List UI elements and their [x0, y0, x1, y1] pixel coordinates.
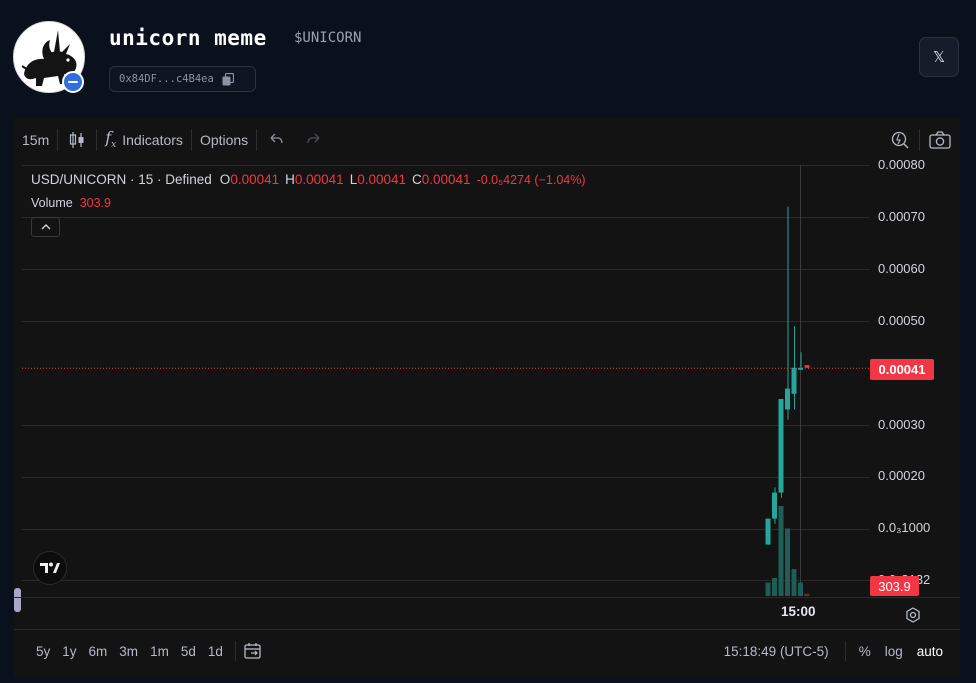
scale-options: 15:18:49 (UTC-5) % log auto [724, 640, 950, 662]
token-header: unicorn meme $UNICORN 0x84DF...c4B4ea 𝕏 [0, 0, 976, 112]
candle-body [772, 492, 777, 519]
price-axis[interactable]: 0.00080 0.00070 0.00060 0.00050 0.00041 … [870, 157, 960, 597]
price-chart[interactable] [22, 165, 870, 596]
chart-type-button[interactable] [58, 125, 96, 155]
range-3m[interactable]: 3m [113, 640, 144, 662]
price-tick: 0.00050 [878, 313, 925, 328]
toolbar-divider [919, 129, 920, 151]
auto-scale-toggle[interactable]: auto [910, 644, 950, 659]
options-label: Options [199, 131, 249, 148]
volume-label: Volume [31, 196, 73, 210]
chart-toolbar: 15m fx Indicators Options [14, 117, 960, 162]
price-tick: 0.00030 [878, 417, 925, 432]
chain-badge-icon [62, 71, 84, 93]
time-axis[interactable]: 15:00 [14, 597, 960, 629]
change-value: -0.0₅4274 (−1.04%) [476, 173, 586, 187]
range-1y[interactable]: 1y [56, 640, 82, 662]
candle-body [804, 365, 810, 368]
camera-icon[interactable] [928, 129, 952, 151]
high-value-group: H0.00041 [285, 172, 344, 187]
open-value-group: O0.00041 [220, 172, 279, 187]
x-social-button[interactable]: 𝕏 [919, 37, 959, 77]
copy-icon[interactable] [222, 72, 234, 86]
volume-bar [791, 569, 797, 596]
close-label: C [412, 172, 422, 187]
function-icon: fx [105, 128, 117, 151]
candle-body [778, 399, 784, 493]
indicators-label: Indicators [122, 131, 183, 148]
toolbar-right [889, 125, 952, 155]
price-tick: 0.00080 [878, 157, 925, 172]
redo-button[interactable] [295, 125, 333, 155]
range-selector: 5y 1y 6m 3m 1m 5d 1d [30, 640, 264, 662]
chevron-up-icon [41, 224, 50, 230]
percent-scale-toggle[interactable]: % [852, 644, 878, 659]
log-scale-toggle[interactable]: log [878, 644, 910, 659]
gear-icon[interactable] [904, 606, 922, 624]
token-symbol: $UNICORN [294, 30, 362, 46]
tradingview-logo-icon[interactable] [33, 551, 67, 585]
chart-panel: 15m fx Indicators Options USD/UNICORN · … [14, 117, 960, 677]
volume-legend: Volume 303.9 [31, 196, 111, 210]
candle-body [791, 367, 797, 394]
volume-bar [804, 593, 810, 596]
volume-bar [785, 528, 790, 596]
range-5y[interactable]: 5y [30, 640, 56, 662]
time-tick: 15:00 [781, 604, 816, 619]
price-tick: 0.0₃1000 [878, 520, 931, 535]
undo-icon [270, 133, 283, 143]
volume-bar [772, 578, 777, 596]
price-tick: 0.00020 [878, 468, 925, 483]
close-value-group: C0.00041 [412, 172, 471, 187]
redo-icon [307, 133, 320, 143]
price-tick: 0.00070 [878, 209, 925, 224]
scale-divider [844, 641, 846, 661]
current-volume-badge: 303.9 [870, 576, 919, 596]
high-label: H [285, 172, 295, 187]
volume-bar [765, 582, 771, 596]
candle-body [785, 388, 790, 410]
low-value: 0.00041 [357, 172, 407, 187]
range-1m[interactable]: 1m [144, 640, 175, 662]
interval-label: 15m [22, 131, 50, 148]
price-tick: 0.00060 [878, 261, 925, 276]
volume-bar [778, 506, 784, 596]
options-button[interactable]: Options [192, 125, 256, 155]
contract-address-chip[interactable]: 0x84DF...c4B4ea [109, 66, 256, 92]
candle-body [765, 518, 771, 545]
calendar-goto-icon[interactable] [242, 641, 264, 661]
undo-button[interactable] [257, 125, 295, 155]
ohlc-legend: USD/UNICORN · 15 · Defined O0.00041 H0.0… [31, 172, 586, 187]
quick-search-icon[interactable] [889, 129, 911, 151]
volume-bar [798, 582, 803, 596]
low-value-group: L0.00041 [350, 172, 406, 187]
volume-value: 303.9 [79, 196, 111, 210]
token-name: unicorn meme [109, 26, 267, 50]
range-1d[interactable]: 1d [202, 640, 229, 662]
clock-timezone[interactable]: 15:18:49 (UTC-5) [724, 644, 839, 659]
open-label: O [219, 172, 231, 187]
range-6m[interactable]: 6m [83, 640, 114, 662]
range-bar: 5y 1y 6m 3m 1m 5d 1d 15:18:49 (UTC-5) % … [14, 629, 960, 677]
current-price-badge: 0.00041 [870, 359, 934, 380]
close-value: 0.00041 [421, 172, 471, 187]
range-5d[interactable]: 5d [175, 640, 202, 662]
candle-body [798, 367, 803, 370]
candles-icon [70, 131, 84, 148]
range-divider [234, 641, 236, 661]
collapse-legend-button[interactable] [31, 217, 60, 237]
contract-address: 0x84DF...c4B4ea [119, 73, 214, 85]
indicators-button[interactable]: fx Indicators [97, 125, 191, 155]
open-value: 0.00041 [230, 172, 280, 187]
tv-mark-icon [40, 562, 60, 573]
high-value: 0.00041 [294, 172, 344, 187]
interval-button[interactable]: 15m [14, 125, 57, 155]
x-logo-icon: 𝕏 [932, 48, 946, 66]
symbol-legend: USD/UNICORN · 15 · Defined [31, 172, 212, 187]
